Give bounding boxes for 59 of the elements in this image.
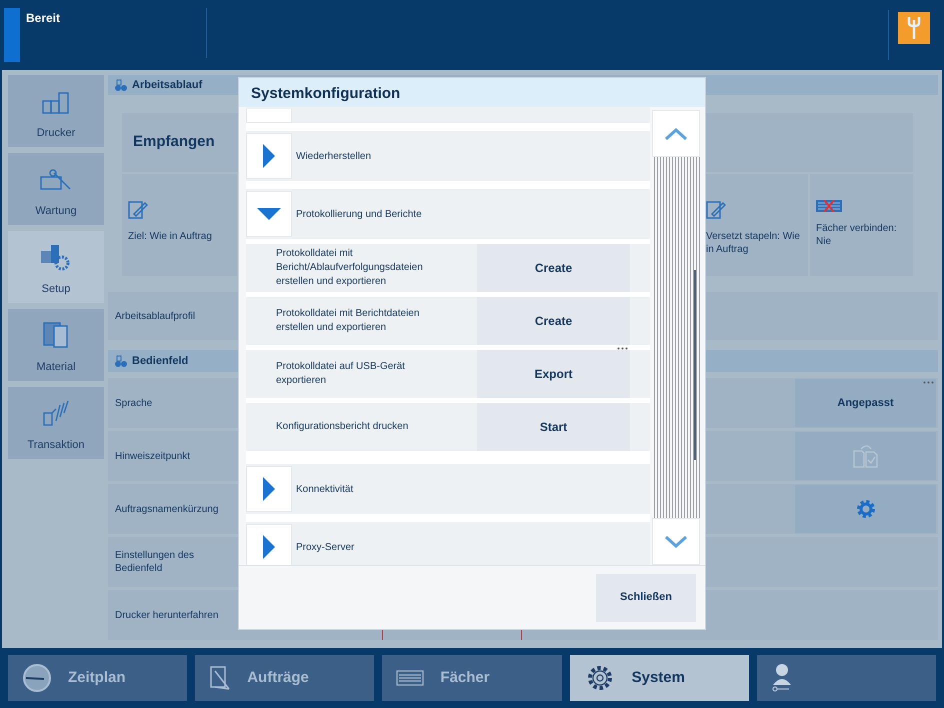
taskbar-tab[interactable]: Fächer (382, 655, 562, 701)
nav-item[interactable]: Setup (8, 231, 104, 303)
more-icon (617, 347, 628, 350)
taskbar-tab[interactable]: Aufträge (195, 655, 374, 701)
action-button[interactable]: Create (477, 244, 630, 292)
clock-icon (22, 663, 52, 693)
dialog-title: Systemkonfiguration (239, 78, 705, 107)
collapse-icon (257, 208, 281, 220)
printer-icon (42, 90, 70, 114)
list-row[interactable]: Wiederherstellen (246, 131, 650, 181)
crossed-trays-icon (816, 200, 842, 212)
status-text: Bereit (26, 10, 62, 27)
setting-tile[interactable]: Ziel: Wie in Auftrag (122, 174, 237, 276)
paper-icon (42, 320, 70, 348)
chevron-down-icon (664, 536, 688, 548)
list-row: Konfigurationsbericht drucken Start (246, 403, 650, 451)
expand-icon (263, 477, 275, 501)
list-row[interactable]: Proxy-Server (246, 522, 650, 565)
scroll-up-button[interactable] (652, 110, 700, 157)
list-row: Protokolldatei mit Berichtdateien erstellen und exportieren Create (246, 297, 650, 345)
taskbar-tab[interactable]: Zeitplan (8, 655, 188, 701)
action-button[interactable]: Create (477, 297, 630, 345)
nav-item[interactable]: Material (8, 309, 104, 381)
expand-icon (263, 535, 275, 559)
taskbar-tab[interactable] (756, 655, 936, 701)
chevron-up-icon (664, 128, 688, 140)
nav-item[interactable]: Transaktion (8, 387, 104, 459)
gear-icon (854, 498, 876, 520)
expand-icon (263, 144, 275, 168)
scroll-thumb[interactable] (694, 270, 696, 460)
wrench-icon (40, 168, 72, 192)
action-button[interactable]: Start (477, 403, 630, 451)
documents-check-icon (852, 444, 878, 468)
status-indicator (4, 8, 20, 62)
tray-icon (396, 670, 424, 686)
action-button[interactable]: Export (477, 350, 630, 398)
list-row: Protokolldatei auf USB-Gerät exportieren Export (246, 350, 650, 398)
user-key-icon (770, 663, 793, 693)
setting-tile[interactable]: Fächer verbinden: Nie (810, 174, 913, 276)
panel-icon (114, 354, 128, 368)
setting-button[interactable]: Angepasst (795, 379, 936, 427)
wrench-icon (907, 15, 921, 41)
nav-item[interactable]: Wartung (8, 153, 104, 225)
list-row[interactable]: Konnektivität (246, 464, 650, 514)
stack-icon (42, 398, 70, 426)
setting-button[interactable] (795, 485, 936, 533)
list-row: Protokolldatei mit Bericht/Ablaufverfolgungsdateien erstellen und exportieren Create (246, 244, 650, 292)
list-row[interactable]: Protokollierung und Berichte (246, 189, 650, 239)
more-icon (923, 381, 934, 384)
document-icon (209, 665, 232, 691)
close-button[interactable]: Schließen (596, 574, 696, 622)
nav-item[interactable]: Drucker (8, 75, 104, 147)
workflow-icon (114, 78, 128, 92)
scroll-down-button[interactable] (652, 518, 700, 565)
edit-document-icon (706, 200, 726, 220)
taskbar-tab[interactable]: System (570, 655, 749, 701)
service-button[interactable] (898, 12, 930, 44)
edit-document-icon (128, 200, 148, 220)
setup-icon (40, 242, 72, 270)
